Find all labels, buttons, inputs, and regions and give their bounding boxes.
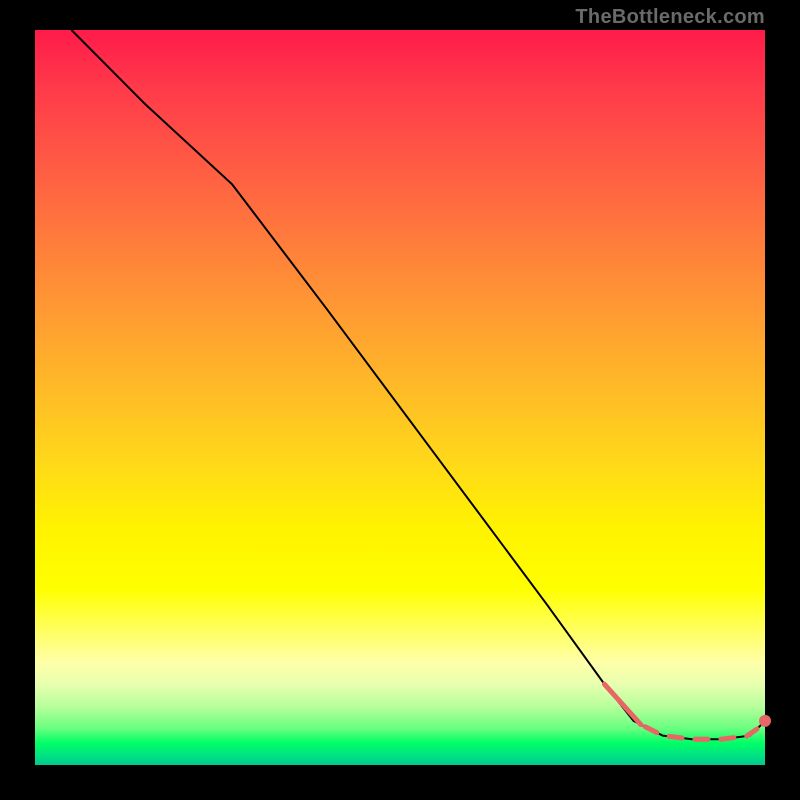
plot-gradient-background [35, 30, 765, 765]
chart-container: TheBottleneck.com [0, 0, 800, 800]
watermark-text: TheBottleneck.com [575, 6, 765, 29]
